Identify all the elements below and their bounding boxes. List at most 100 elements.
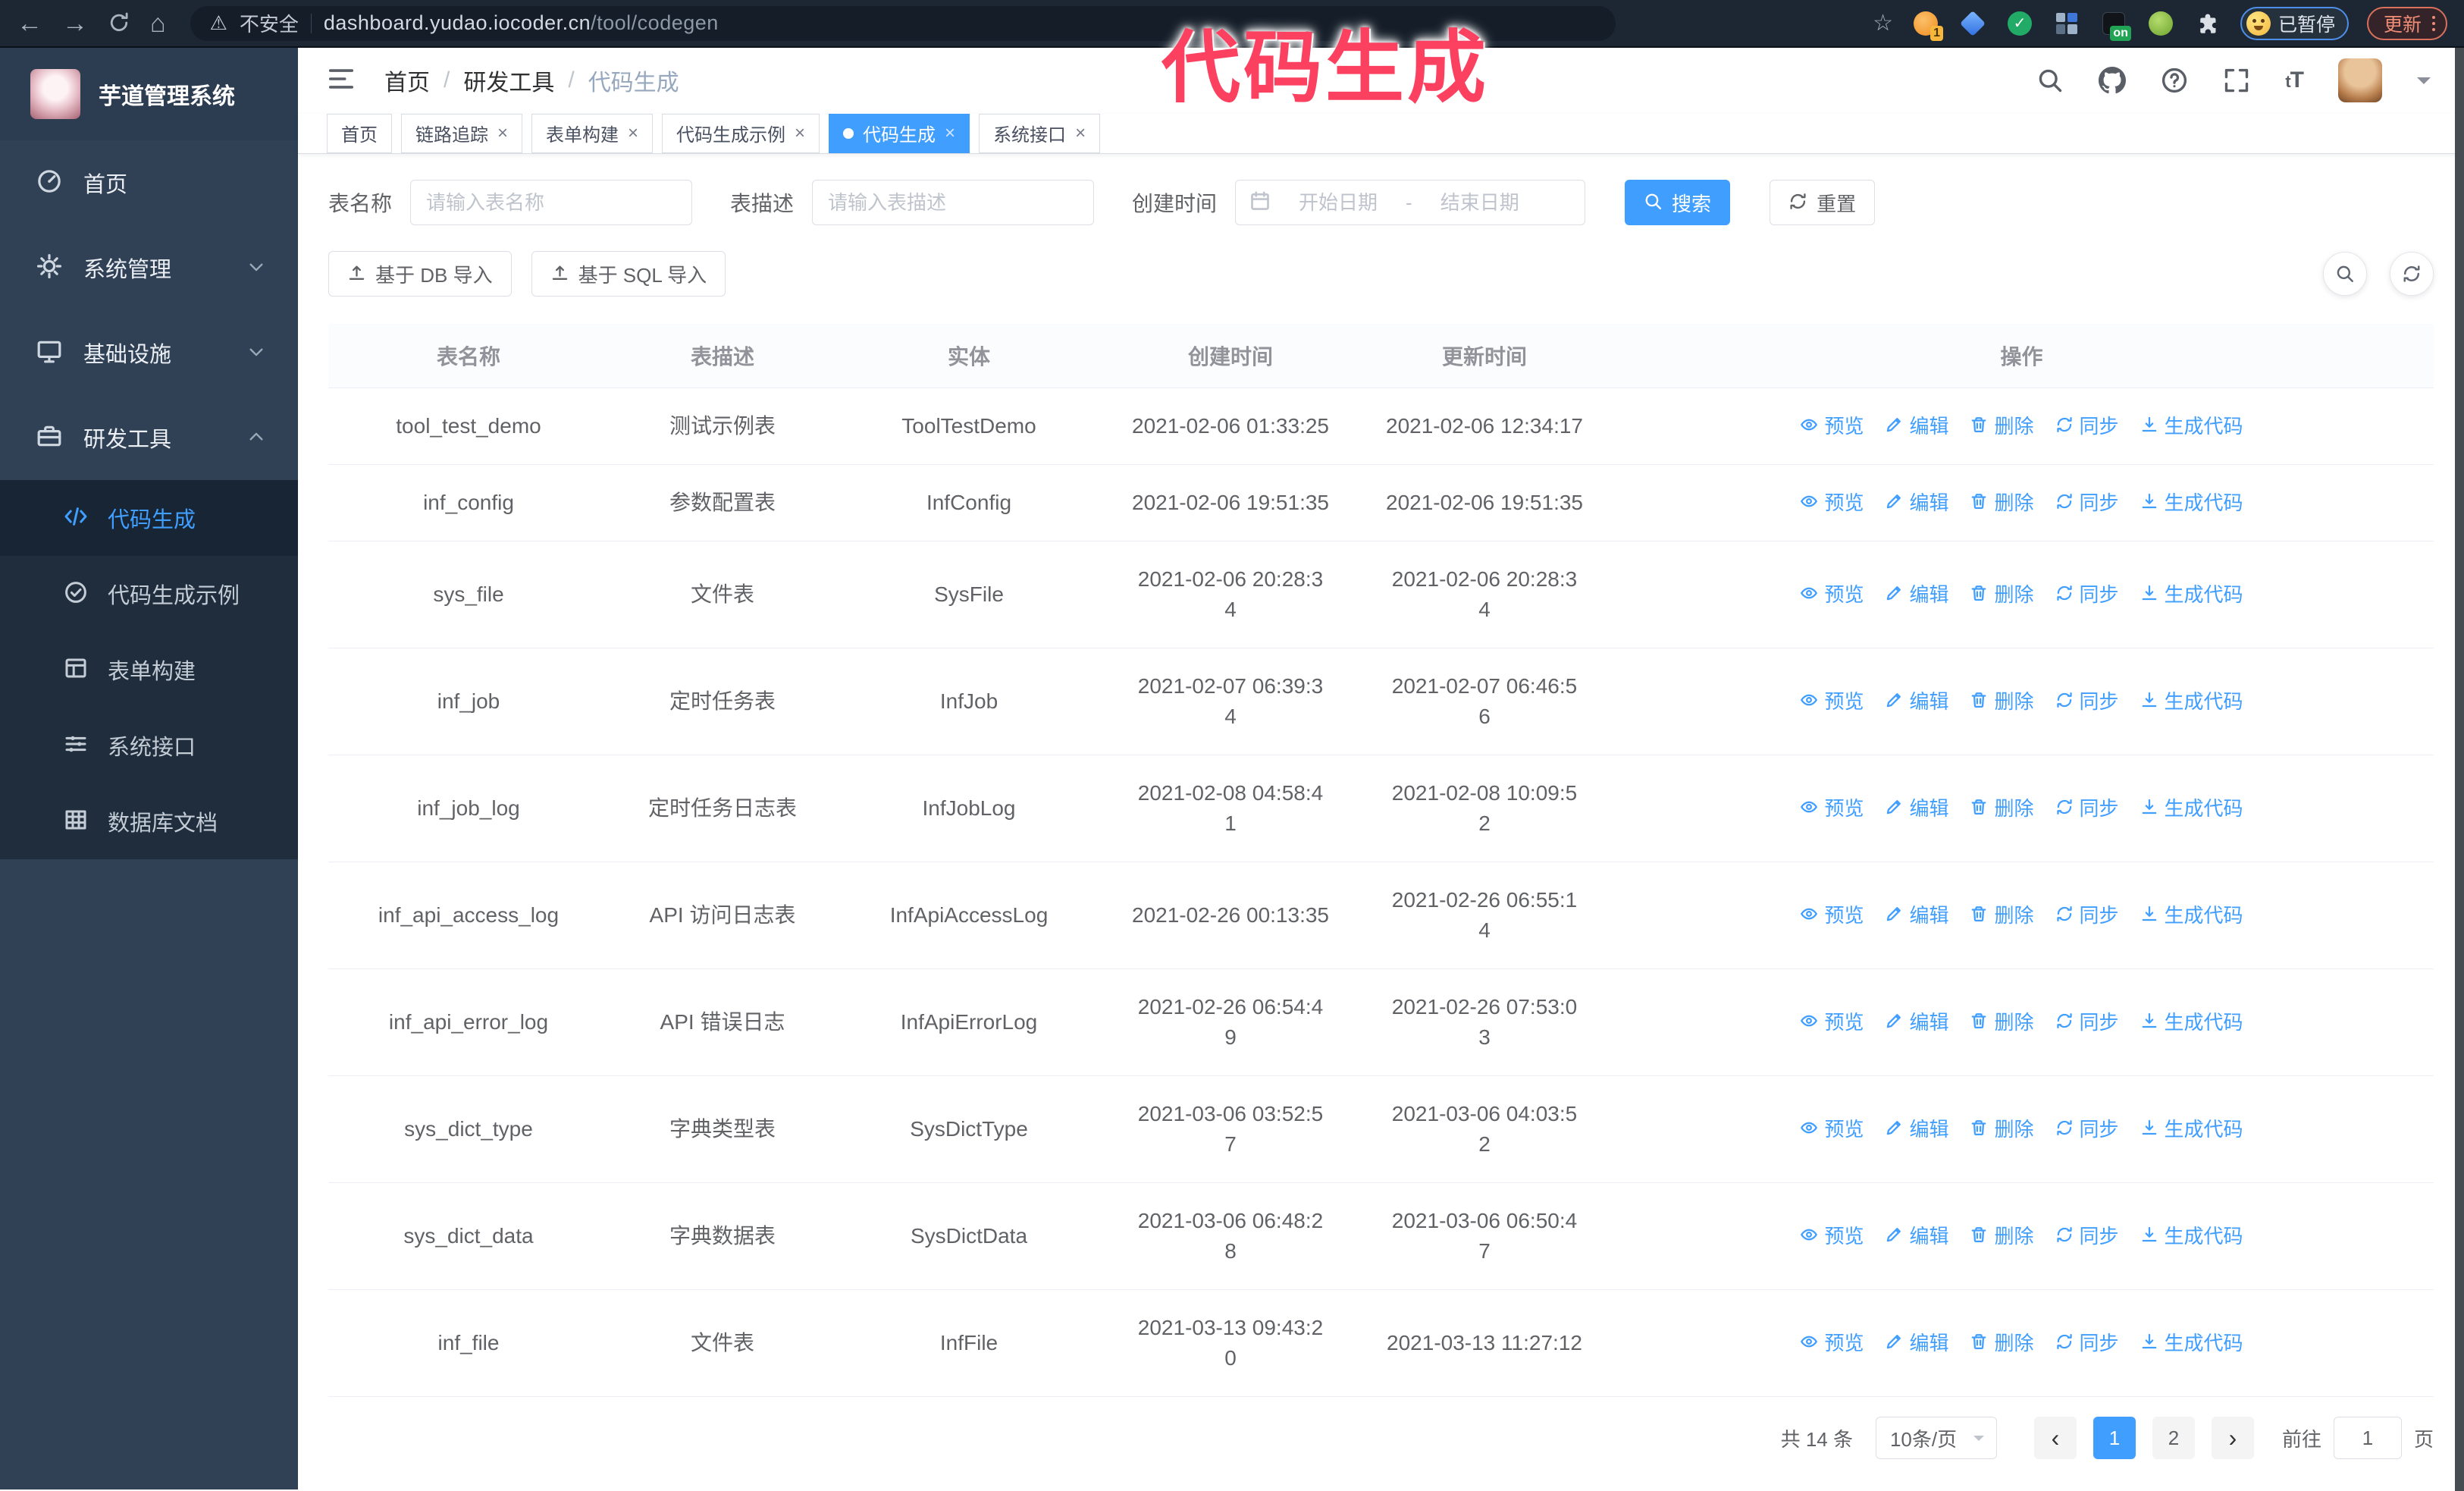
sync-link[interactable]: 同步: [2055, 1221, 2119, 1251]
sidebar-item-devtools[interactable]: 研发工具: [0, 395, 298, 480]
submenu-item-form-builder[interactable]: 表单构建: [0, 632, 298, 708]
preview-link[interactable]: 预览: [1800, 411, 1864, 441]
delete-link[interactable]: 删除: [1970, 411, 2034, 441]
generate-code-link[interactable]: 生成代码: [2140, 793, 2243, 824]
browser-home-icon[interactable]: ⌂: [150, 11, 166, 36]
sidebar-item-home[interactable]: 首页: [0, 140, 298, 225]
page-button-1[interactable]: 1: [2093, 1417, 2136, 1459]
delete-link[interactable]: 删除: [1970, 1221, 2034, 1251]
submenu-item-codegen[interactable]: 代码生成: [0, 480, 298, 556]
tab-form-builder[interactable]: 表单构建 ×: [531, 113, 654, 153]
tab-codegen[interactable]: 代码生成 ×: [829, 113, 970, 153]
extension-orange-icon[interactable]: 1: [1911, 9, 1943, 41]
page-button-2[interactable]: 2: [2152, 1417, 2195, 1459]
generate-code-link[interactable]: 生成代码: [2140, 1328, 2243, 1358]
page-size-select[interactable]: 10条/页: [1875, 1417, 1997, 1459]
table-desc-input[interactable]: [812, 180, 1095, 225]
extension-check-icon[interactable]: ✓: [2005, 9, 2034, 38]
delete-link[interactable]: 删除: [1970, 579, 2034, 610]
delete-link[interactable]: 删除: [1970, 1328, 2034, 1358]
bookmark-star-icon[interactable]: ☆: [1873, 10, 1893, 36]
date-range-picker[interactable]: -: [1235, 180, 1586, 225]
preview-link[interactable]: 预览: [1800, 686, 1864, 717]
edit-link[interactable]: 编辑: [1885, 793, 1948, 824]
delete-link[interactable]: 删除: [1970, 686, 2034, 717]
breadcrumb-home[interactable]: 首页: [384, 64, 430, 97]
tab-close-icon[interactable]: ×: [945, 123, 955, 144]
sidebar-item-system[interactable]: 系统管理: [0, 225, 298, 310]
prev-page-button[interactable]: ‹: [2033, 1417, 2077, 1459]
start-date-input[interactable]: [1278, 190, 1399, 215]
edit-link[interactable]: 编辑: [1885, 686, 1948, 717]
edit-link[interactable]: 编辑: [1885, 488, 1948, 518]
help-icon[interactable]: [2161, 67, 2188, 96]
generate-code-link[interactable]: 生成代码: [2140, 1007, 2243, 1037]
generate-code-link[interactable]: 生成代码: [2140, 411, 2243, 441]
delete-link[interactable]: 删除: [1970, 793, 2034, 824]
generate-code-link[interactable]: 生成代码: [2140, 579, 2243, 610]
sync-link[interactable]: 同步: [2055, 793, 2119, 824]
github-icon[interactable]: [2099, 67, 2126, 96]
sync-link[interactable]: 同步: [2055, 686, 2119, 717]
submenu-item-codegen-example[interactable]: 代码生成示例: [0, 556, 298, 632]
import-sql-button[interactable]: 基于 SQL 导入: [531, 251, 726, 297]
toggle-search-button[interactable]: [2323, 252, 2367, 296]
next-page-button[interactable]: ›: [2211, 1417, 2254, 1459]
submenu-item-system-api[interactable]: 系统接口: [0, 708, 298, 783]
window-scrollbar[interactable]: [2455, 48, 2464, 1491]
extension-switch-icon[interactable]: on: [2099, 9, 2131, 41]
delete-link[interactable]: 删除: [1970, 488, 2034, 518]
user-avatar[interactable]: [2338, 58, 2382, 103]
preview-link[interactable]: 预览: [1800, 900, 1864, 931]
submenu-item-db-doc[interactable]: 数据库文档: [0, 783, 298, 859]
refresh-table-button[interactable]: [2390, 252, 2434, 296]
font-size-icon[interactable]: tT: [2285, 67, 2304, 93]
preview-link[interactable]: 预览: [1800, 1114, 1864, 1144]
preview-link[interactable]: 预览: [1800, 1007, 1864, 1037]
generate-code-link[interactable]: 生成代码: [2140, 686, 2243, 717]
tab-system-api[interactable]: 系统接口 ×: [979, 113, 1101, 153]
browser-menu-icon[interactable]: [2432, 15, 2435, 31]
fullscreen-icon[interactable]: [2223, 67, 2250, 96]
tab-codegen-example[interactable]: 代码生成示例 ×: [662, 113, 820, 153]
tab-home[interactable]: 首页: [327, 113, 392, 153]
edit-link[interactable]: 编辑: [1885, 900, 1948, 931]
import-db-button[interactable]: 基于 DB 导入: [328, 251, 512, 297]
delete-link[interactable]: 删除: [1970, 1114, 2034, 1144]
extensions-puzzle-icon[interactable]: [2193, 9, 2222, 38]
edit-link[interactable]: 编辑: [1885, 579, 1948, 610]
generate-code-link[interactable]: 生成代码: [2140, 488, 2243, 518]
sidebar-fold-icon[interactable]: [327, 64, 356, 97]
address-bar[interactable]: ⚠ 不安全 dashboard.yudao.iocoder.cn/tool/co…: [190, 5, 1616, 41]
browser-forward-icon[interactable]: →: [62, 11, 88, 36]
tab-close-icon[interactable]: ×: [1075, 123, 1086, 144]
browser-reload-icon[interactable]: [108, 11, 130, 36]
edit-link[interactable]: 编辑: [1885, 1328, 1948, 1358]
sidebar-item-infra[interactable]: 基础设施: [0, 310, 298, 395]
tab-close-icon[interactable]: ×: [795, 123, 805, 144]
sync-link[interactable]: 同步: [2055, 579, 2119, 610]
sync-link[interactable]: 同步: [2055, 1328, 2119, 1358]
edit-link[interactable]: 编辑: [1885, 1114, 1948, 1144]
tab-close-icon[interactable]: ×: [628, 123, 638, 144]
app-logo[interactable]: 芋道管理系统: [0, 48, 298, 140]
edit-link[interactable]: 编辑: [1885, 1221, 1948, 1251]
extension-gem-icon[interactable]: [1958, 9, 1987, 38]
sync-link[interactable]: 同步: [2055, 1114, 2119, 1144]
table-name-input[interactable]: [410, 180, 693, 225]
tab-tracing[interactable]: 链路追踪 ×: [401, 113, 523, 153]
sync-link[interactable]: 同步: [2055, 1007, 2119, 1037]
end-date-input[interactable]: [1419, 190, 1540, 215]
tab-close-icon[interactable]: ×: [497, 123, 508, 144]
generate-code-link[interactable]: 生成代码: [2140, 900, 2243, 931]
sync-link[interactable]: 同步: [2055, 488, 2119, 518]
delete-link[interactable]: 删除: [1970, 900, 2034, 931]
reset-button[interactable]: 重置: [1770, 180, 1876, 225]
edit-link[interactable]: 编辑: [1885, 411, 1948, 441]
delete-link[interactable]: 删除: [1970, 1007, 2034, 1037]
preview-link[interactable]: 预览: [1800, 1221, 1864, 1251]
extension-green-icon[interactable]: [2146, 9, 2175, 38]
generate-code-link[interactable]: 生成代码: [2140, 1114, 2243, 1144]
search-button[interactable]: 搜索: [1625, 180, 1731, 225]
preview-link[interactable]: 预览: [1800, 1328, 1864, 1358]
